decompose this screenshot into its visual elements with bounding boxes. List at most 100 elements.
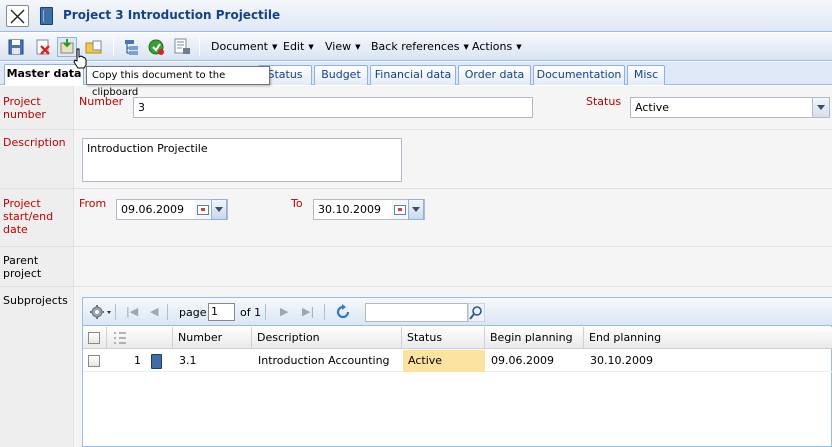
status-select[interactable]: Active <box>630 97 830 118</box>
first-page-icon[interactable]: |◀ <box>126 305 138 318</box>
gear-icon[interactable] <box>89 304 113 320</box>
tab-financial-data[interactable]: Financial data <box>370 65 456 85</box>
grid-search-input[interactable] <box>365 303 468 322</box>
toolbar-separator <box>324 304 325 320</box>
cell-number: 3.1 <box>179 354 197 367</box>
cell-begin-planning: 09.06.2009 <box>491 354 554 367</box>
save-icon <box>8 39 24 55</box>
from-date-input[interactable]: 09.06.2009 <box>116 199 228 220</box>
select-all-checkbox[interactable] <box>88 332 100 344</box>
column-header-description[interactable]: Description <box>252 327 402 349</box>
chevron-down-icon[interactable] <box>408 199 424 220</box>
subprojects-grid: |◀ ◀ page 1 of 1 ▶ ▶| Number Description… <box>82 297 832 447</box>
menu-view[interactable]: View ▼ <box>325 40 361 53</box>
tab-budget[interactable]: Budget <box>314 65 368 85</box>
table-row[interactable]: 1 3.1 Introduction Accounting Active 09.… <box>83 350 832 372</box>
number-value: 3 <box>138 101 145 114</box>
delete-button[interactable] <box>33 37 53 57</box>
toolbar: Document ▼ Edit ▼ View ▼ Back references ▼ A… <box>0 33 832 61</box>
toolbar-separator <box>199 38 200 56</box>
next-page-icon[interactable]: ▶ <box>280 305 288 318</box>
search-icon[interactable] <box>468 303 485 322</box>
from-label: From <box>79 197 107 210</box>
save-button[interactable] <box>6 37 26 57</box>
tab-documentation[interactable]: Documentation <box>533 65 625 85</box>
refresh-icon[interactable] <box>334 303 352 321</box>
document-icon[interactable] <box>151 354 162 369</box>
print-preview-icon <box>174 38 190 54</box>
chevron-down-icon[interactable] <box>211 199 227 220</box>
project-dates-label: Project start/end date <box>3 197 54 236</box>
chevron-down-icon: ▼ <box>355 43 361 51</box>
row-index: 1 <box>134 354 141 367</box>
column-header-begin-planning[interactable]: Begin planning <box>485 327 584 349</box>
from-date-value: 09.06.2009 <box>121 203 184 216</box>
structure-button[interactable] <box>121 37 141 57</box>
menu-actions[interactable]: Actions ▼ <box>472 40 522 53</box>
tab-order-data[interactable]: Order data <box>458 65 531 85</box>
grid-toolbar: |◀ ◀ page 1 of 1 ▶ ▶| <box>83 298 832 326</box>
column-header-end-planning[interactable]: End planning <box>584 327 832 349</box>
column-header-number[interactable]: Number <box>173 327 252 349</box>
row-divider <box>0 129 832 130</box>
toolbar-separator <box>113 38 114 56</box>
description-textarea[interactable]: Introduction Projectile <box>82 138 402 182</box>
parent-project-label: Parent project <box>3 254 42 280</box>
chevron-down-icon: ▼ <box>308 43 314 51</box>
subprojects-label: Subprojects <box>3 294 68 307</box>
window-title: Project 3 Introduction Projectile <box>63 8 281 22</box>
chevron-down-icon[interactable] <box>812 98 829 117</box>
toolbar-separator <box>167 304 168 320</box>
close-icon <box>10 9 25 24</box>
menu-back-references[interactable]: Back references ▼ <box>371 40 469 53</box>
chevron-down-icon: ▼ <box>272 43 278 51</box>
number-input[interactable]: 3 <box>133 97 533 118</box>
page-number-input[interactable]: 1 <box>208 303 235 321</box>
previous-page-icon[interactable]: ◀ <box>150 305 158 318</box>
column-header-status[interactable]: Status <box>402 327 485 349</box>
menu-edit[interactable]: Edit ▼ <box>283 40 314 53</box>
row-divider <box>0 246 832 247</box>
close-button[interactable] <box>6 5 29 27</box>
project-number-label: Project number <box>3 95 46 121</box>
print-button[interactable] <box>172 37 192 57</box>
chevron-down-icon: ▼ <box>516 43 522 51</box>
row-checkbox[interactable] <box>88 355 100 367</box>
description-value: Introduction Projectile <box>87 142 208 155</box>
page-label: page <box>179 306 207 319</box>
to-date-value: 30.10.2009 <box>318 203 381 216</box>
menu-label: View <box>325 40 352 53</box>
hierarchy-icon <box>125 40 138 55</box>
title-bar: Project 3 Introduction Projectile <box>0 0 832 32</box>
delete-document-icon <box>36 39 50 55</box>
calendar-icon[interactable] <box>392 200 407 219</box>
cell-description: Introduction Accounting <box>258 354 390 367</box>
menu-label: Edit <box>283 40 305 53</box>
tooltip: Copy this document to the clipboard <box>86 66 270 98</box>
toolbar-separator <box>115 304 116 320</box>
cell-status: Active <box>403 350 485 372</box>
tab-misc[interactable]: Misc <box>627 65 665 85</box>
menu-document[interactable]: Document ▼ <box>211 40 277 53</box>
to-label: To <box>291 197 303 210</box>
menu-label: Actions <box>472 40 513 53</box>
refresh-button[interactable] <box>146 37 166 57</box>
hand-cursor-icon <box>73 48 87 69</box>
status-value: Active <box>635 101 670 114</box>
to-date-input[interactable]: 30.10.2009 <box>313 199 425 220</box>
page-count: of 1 <box>240 306 262 319</box>
document-icon <box>40 7 53 25</box>
date-picker-trigger[interactable] <box>392 199 424 221</box>
toolbar-separator <box>265 304 266 320</box>
cell-end-planning: 30.10.2009 <box>590 354 653 367</box>
grid-header: Number Description Status Begin planning… <box>83 327 832 349</box>
row-divider <box>0 286 832 287</box>
calendar-icon[interactable] <box>195 200 210 219</box>
select-all-header[interactable] <box>83 327 107 349</box>
row-divider <box>0 188 832 189</box>
refresh-icon <box>148 39 164 55</box>
date-picker-trigger[interactable] <box>195 199 227 221</box>
list-numbered-icon <box>114 332 126 344</box>
last-page-icon[interactable]: ▶| <box>302 305 314 318</box>
row-index-header[interactable] <box>107 327 173 349</box>
